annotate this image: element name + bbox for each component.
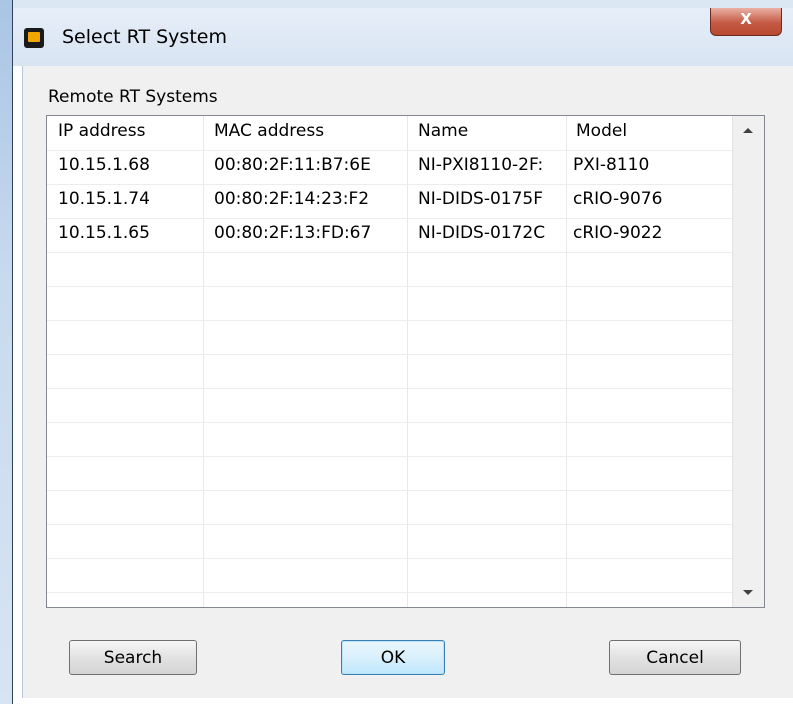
window-frame-edge (12, 0, 13, 704)
table-cell-model[interactable]: PXI-8110 (573, 155, 723, 175)
column-header-mac[interactable]: MAC address (214, 121, 399, 141)
table-cell-mac[interactable]: 00:80:2F:13:FD:67 (214, 223, 402, 243)
table-cell-mac[interactable]: 00:80:2F:11:B7:6E (214, 155, 402, 175)
window-frame-top (0, 0, 793, 8)
table-cell-model[interactable]: cRIO-9076 (573, 189, 723, 209)
search-button[interactable]: Search (69, 640, 197, 675)
table-cell-name[interactable]: NI-PXI8110-2F: (418, 155, 563, 175)
table-cell-mac[interactable]: 00:80:2F:14:23:F2 (214, 189, 402, 209)
table-cell-ip[interactable]: 10.15.1.65 (58, 223, 198, 243)
rt-systems-list[interactable]: IP address MAC address Name Model 10.15.… (46, 115, 765, 608)
window-frame-left (0, 0, 12, 704)
select-rt-system-dialog: Select RT System X Remote RT Systems IP … (0, 0, 793, 704)
chevron-up-icon[interactable] (743, 128, 753, 133)
window-title: Select RT System (62, 26, 227, 48)
table-cell-model[interactable]: cRIO-9022 (573, 223, 723, 243)
column-header-name[interactable]: Name (418, 121, 558, 141)
table-cell-ip[interactable]: 10.15.1.68 (58, 155, 198, 175)
table-cell-ip[interactable]: 10.15.1.74 (58, 189, 198, 209)
vertical-scrollbar[interactable] (732, 116, 764, 607)
chevron-down-icon[interactable] (743, 590, 753, 595)
table-cell-name[interactable]: NI-DIDS-0172C (418, 223, 563, 243)
remote-rt-systems-label: Remote RT Systems (48, 87, 218, 107)
column-header-model[interactable]: Model (576, 121, 726, 141)
ok-button[interactable]: OK (341, 640, 445, 675)
column-header-ip[interactable]: IP address (58, 121, 198, 141)
cancel-button[interactable]: Cancel (609, 640, 741, 675)
rt-system-icon (24, 28, 44, 48)
close-icon: X (740, 10, 752, 28)
table-cell-name[interactable]: NI-DIDS-0175F (418, 189, 563, 209)
close-button[interactable]: X (710, 8, 782, 36)
